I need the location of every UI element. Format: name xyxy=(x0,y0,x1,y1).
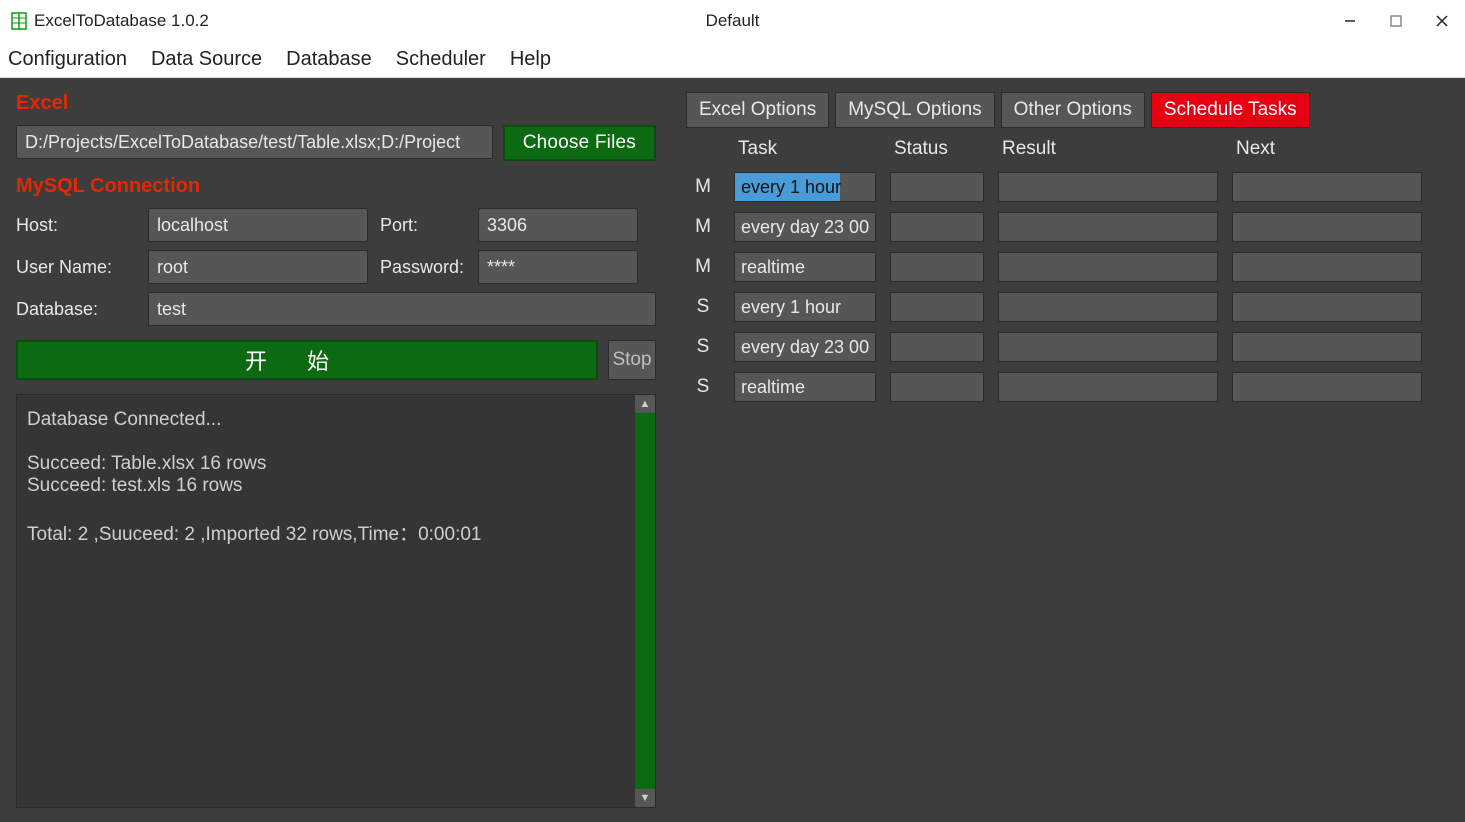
app-icon xyxy=(10,12,28,30)
file-row: Choose Files xyxy=(16,125,656,161)
task-row-result[interactable] xyxy=(998,212,1218,242)
scroll-down-icon[interactable]: ▼ xyxy=(635,789,655,807)
task-row-next[interactable] xyxy=(1232,372,1422,402)
password-input[interactable] xyxy=(478,250,638,284)
left-pane: Excel Choose Files MySQL Connection Host… xyxy=(16,92,656,808)
menu-configuration[interactable]: Configuration xyxy=(8,48,127,71)
task-row-label[interactable]: M xyxy=(686,216,720,238)
titlebar: ExcelToDatabase 1.0.2 Default xyxy=(0,0,1465,42)
task-row-result[interactable] xyxy=(998,252,1218,282)
close-button[interactable] xyxy=(1419,0,1465,42)
task-row-result[interactable] xyxy=(998,292,1218,322)
task-row-label[interactable]: M xyxy=(686,256,720,278)
task-row-next[interactable] xyxy=(1232,292,1422,322)
excel-section-label: Excel xyxy=(16,92,656,115)
menubar: Configuration Data Source Database Sched… xyxy=(0,42,1465,78)
database-label: Database: xyxy=(16,299,136,320)
task-row-result[interactable] xyxy=(998,372,1218,402)
task-row-status[interactable] xyxy=(890,292,984,322)
database-input[interactable] xyxy=(148,292,656,326)
stop-button[interactable]: Stop xyxy=(608,340,656,380)
tabs: Excel Options MySQL Options Other Option… xyxy=(686,92,1449,128)
task-row-next[interactable] xyxy=(1232,252,1422,282)
tab-mysql-options[interactable]: MySQL Options xyxy=(835,92,994,128)
task-row-status[interactable] xyxy=(890,252,984,282)
task-row-label[interactable]: S xyxy=(686,336,720,358)
task-row-next[interactable] xyxy=(1232,212,1422,242)
menu-database[interactable]: Database xyxy=(286,48,372,71)
task-row-task[interactable] xyxy=(734,252,876,282)
host-input[interactable] xyxy=(148,208,368,242)
menu-scheduler[interactable]: Scheduler xyxy=(396,48,486,71)
task-header-task: Task xyxy=(734,136,876,162)
menu-data-source[interactable]: Data Source xyxy=(151,48,262,71)
start-button[interactable]: 开始 xyxy=(16,340,598,380)
task-header-next: Next xyxy=(1232,136,1422,162)
task-row-label[interactable]: M xyxy=(686,176,720,198)
tab-excel-options[interactable]: Excel Options xyxy=(686,92,829,128)
task-table: Task Status Result Next M M M S S xyxy=(686,136,1449,402)
window-title: Default xyxy=(706,11,760,31)
window-controls xyxy=(1327,0,1465,42)
task-row-status[interactable] xyxy=(890,332,984,362)
task-row-label[interactable]: S xyxy=(686,376,720,398)
password-label: Password: xyxy=(380,257,466,278)
log-area: Database Connected... Succeed: Table.xls… xyxy=(16,394,656,808)
task-row-task[interactable] xyxy=(734,212,876,242)
task-row-next[interactable] xyxy=(1232,332,1422,362)
user-name-input[interactable] xyxy=(148,250,368,284)
port-input[interactable] xyxy=(478,208,638,242)
user-name-label: User Name: xyxy=(16,257,136,278)
task-row-status[interactable] xyxy=(890,372,984,402)
task-row-task[interactable] xyxy=(734,172,876,202)
task-row-task[interactable] xyxy=(734,332,876,362)
log-text[interactable]: Database Connected... Succeed: Table.xls… xyxy=(17,395,635,807)
right-pane: Excel Options MySQL Options Other Option… xyxy=(686,92,1449,808)
tab-schedule-tasks[interactable]: Schedule Tasks xyxy=(1151,92,1310,128)
task-row-label[interactable]: S xyxy=(686,296,720,318)
menu-help[interactable]: Help xyxy=(510,48,551,71)
maximize-button[interactable] xyxy=(1373,0,1419,42)
file-path-input[interactable] xyxy=(16,125,493,159)
log-scrollbar[interactable]: ▲ ▼ xyxy=(635,395,655,807)
task-header-status: Status xyxy=(890,136,984,162)
task-row-task[interactable] xyxy=(734,292,876,322)
mysql-section-label: MySQL Connection xyxy=(16,175,656,198)
task-row-task[interactable] xyxy=(734,372,876,402)
task-row-status[interactable] xyxy=(890,212,984,242)
minimize-button[interactable] xyxy=(1327,0,1373,42)
task-row-status[interactable] xyxy=(890,172,984,202)
host-label: Host: xyxy=(16,215,136,236)
app-title: ExcelToDatabase 1.0.2 xyxy=(34,11,209,31)
port-label: Port: xyxy=(380,215,466,236)
task-header-result: Result xyxy=(998,136,1218,162)
scroll-up-icon[interactable]: ▲ xyxy=(635,395,655,413)
task-row-result[interactable] xyxy=(998,332,1218,362)
task-row-next[interactable] xyxy=(1232,172,1422,202)
tab-other-options[interactable]: Other Options xyxy=(1001,92,1145,128)
workspace: Excel Choose Files MySQL Connection Host… xyxy=(0,78,1465,822)
choose-files-button[interactable]: Choose Files xyxy=(503,125,656,161)
task-row-result[interactable] xyxy=(998,172,1218,202)
